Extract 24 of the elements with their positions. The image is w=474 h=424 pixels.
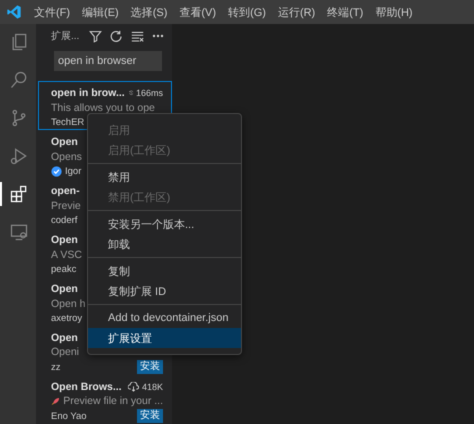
- extension-meta: 166ms: [136, 88, 163, 98]
- extension-description: This allows you to ope: [51, 102, 155, 114]
- sidebar-title: 扩展...: [51, 30, 80, 44]
- extension-description: Previe: [51, 200, 81, 212]
- extension-title: open-: [51, 184, 80, 197]
- extension-author: coderf: [51, 214, 78, 226]
- extension-author: Igor: [65, 166, 82, 177]
- extension-description: Opens: [51, 150, 82, 162]
- extension-title: Open Brows...: [51, 380, 122, 393]
- extension-title: Open: [51, 282, 78, 295]
- extension-title: open in brow...: [51, 86, 125, 99]
- extension-title: Open: [51, 234, 78, 246]
- extension-author: axetroy: [51, 312, 82, 324]
- extension-meta: 418K: [142, 382, 163, 392]
- extension-description: Preview file in your ...: [63, 395, 163, 408]
- extension-author: Eno Yao: [51, 410, 87, 422]
- extension-title: Open: [51, 136, 78, 148]
- extension-author: zz: [51, 362, 60, 372]
- extension-author: TechER: [51, 116, 84, 128]
- extension-author: peakc: [51, 264, 76, 275]
- extension-description: Open h: [51, 298, 86, 310]
- extension-title: Open: [51, 332, 78, 344]
- extension-description: A VSC: [51, 248, 82, 260]
- extension-description: Openi: [51, 346, 80, 358]
